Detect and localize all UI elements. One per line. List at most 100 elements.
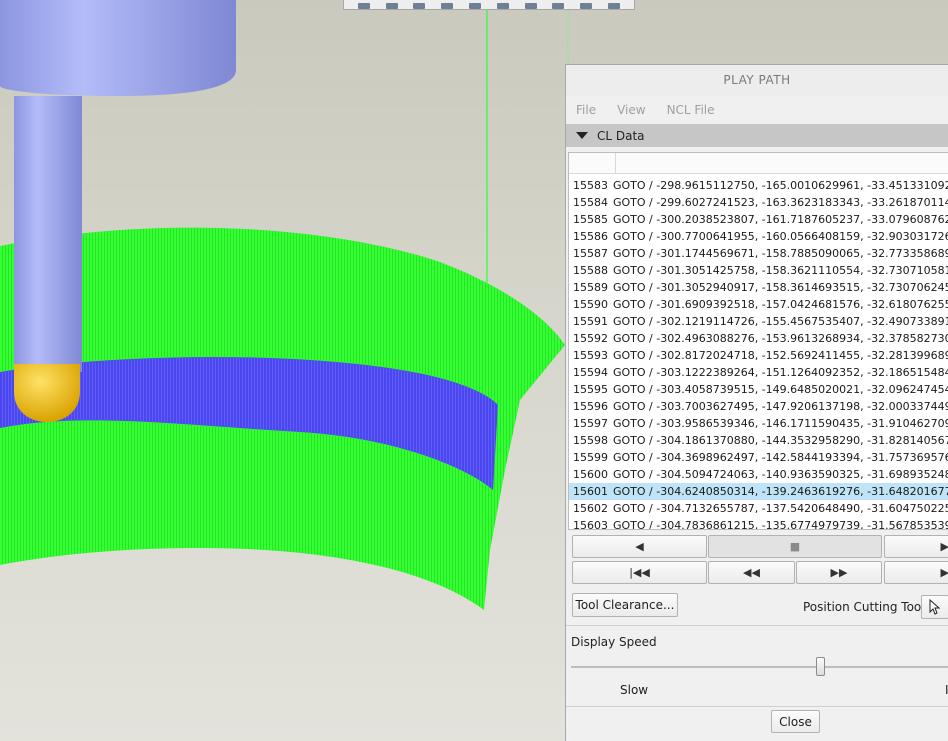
table-row[interactable]: 15598 GOTO / -304.1861370880, -144.353295…	[569, 432, 948, 449]
table-row[interactable]: 15590 GOTO / -301.6909392518, -157.042468…	[569, 296, 948, 313]
menu-view[interactable]: View	[617, 103, 645, 117]
row-command: GOTO / -304.7132655787, -137.5420648490,…	[613, 502, 948, 515]
menu-bar: File View NCL File	[566, 96, 948, 124]
table-row[interactable]: 15596 GOTO / -303.7003627495, -147.920613…	[569, 398, 948, 415]
table-row[interactable]: 15585 GOTO / -300.2038523807, -161.718760…	[569, 211, 948, 228]
table-row[interactable]: 15586 GOTO / -300.7700641955, -160.056640…	[569, 228, 948, 245]
slow-label: Slow	[620, 683, 649, 697]
row-command: GOTO / -304.6240850314, -139.2463619276,…	[613, 485, 948, 498]
row-number: 15596	[573, 400, 608, 413]
row-command: GOTO / -301.3051425758, -158.3621110554,…	[613, 264, 948, 277]
speed-slider-track[interactable]	[571, 666, 948, 668]
row-command: GOTO / -304.3698962497, -142.5844193394,…	[613, 451, 948, 464]
rewind-icon: ◀◀	[743, 566, 760, 579]
table-row[interactable]: 15591 GOTO / -302.1219114726, -155.456753…	[569, 313, 948, 330]
tool-holder	[0, 0, 236, 96]
row-number: 15595	[573, 383, 608, 396]
shade-icon[interactable]	[524, 3, 537, 9]
collapse-triangle-icon[interactable]	[576, 132, 588, 139]
list-header	[569, 153, 948, 174]
row-number: 15603	[573, 519, 608, 530]
layer-icon[interactable]	[496, 3, 509, 9]
row-number: 15586	[573, 230, 608, 243]
cl-data-list[interactable]: 15583 GOTO / -298.9615112750, -165.001062…	[568, 152, 948, 530]
skip-to-end-button[interactable]: ▶	[884, 561, 948, 584]
row-command: GOTO / -298.9615112750, -165.0010629961,…	[613, 179, 948, 192]
stop-button[interactable]: ■	[708, 535, 882, 558]
table-row[interactable]: 15597 GOTO / -303.9586539346, -146.171159…	[569, 415, 948, 432]
row-number: 15585	[573, 213, 608, 226]
menu-file[interactable]: File	[576, 103, 596, 117]
row-command: GOTO / -303.9586539346, -146.1711590435,…	[613, 417, 948, 430]
row-number: 15584	[573, 196, 608, 209]
skip-to-start-icon: |◀◀	[629, 566, 650, 579]
row-command: GOTO / -303.1222389264, -151.1264092352,…	[613, 366, 948, 379]
rotate-icon[interactable]	[413, 3, 426, 9]
table-row[interactable]: 15599 GOTO / -304.3698962497, -142.584419…	[569, 449, 948, 466]
row-command: GOTO / -300.7700641955, -160.0566408159,…	[613, 230, 948, 243]
table-row[interactable]: 15592 GOTO / -302.4963088276, -153.961326…	[569, 330, 948, 347]
row-number: 15597	[573, 417, 608, 430]
cl-data-section-header[interactable]: CL Data	[566, 124, 948, 147]
dialog-title: PLAY PATH	[566, 65, 948, 96]
row-number: 15598	[573, 434, 608, 447]
table-row[interactable]: 15602 GOTO / -304.7132655787, -137.542064…	[569, 500, 948, 517]
row-command: GOTO / -304.7836861215, -135.6774979739,…	[613, 519, 948, 530]
pan-icon[interactable]	[385, 3, 398, 9]
row-number: 15589	[573, 281, 608, 294]
play-path-dialog: PLAY PATH File View NCL File CL Data 155…	[565, 64, 948, 741]
play-reverse-button[interactable]: ◀	[572, 535, 707, 558]
settings-icon[interactable]	[608, 3, 621, 9]
table-row[interactable]: 15593 GOTO / -302.8172024718, -152.569241…	[569, 347, 948, 364]
square-stop-icon: ■	[789, 540, 801, 553]
row-command: GOTO / -302.4963088276, -153.9613268934,…	[613, 332, 948, 345]
menu-ncl-file[interactable]: NCL File	[667, 103, 715, 117]
divider	[566, 706, 948, 707]
rewind-to-start-button[interactable]: |◀◀	[572, 561, 707, 584]
row-command: GOTO / -303.4058739515, -149.6485020021,…	[613, 383, 948, 396]
view-toolbar[interactable]	[343, 0, 635, 10]
row-number: 15590	[573, 298, 608, 311]
play-forward-button[interactable]: ▶	[884, 535, 948, 558]
row-number: 15599	[573, 451, 608, 464]
table-row[interactable]: 15587 GOTO / -301.1744569671, -158.788509…	[569, 245, 948, 262]
row-command: GOTO / -299.6027241523, -163.3623183343,…	[613, 196, 948, 209]
measure-icon[interactable]	[552, 3, 565, 9]
step-back-button[interactable]: ◀◀	[708, 561, 795, 584]
camera-icon[interactable]	[580, 3, 593, 9]
triangle-left-icon: ◀	[635, 540, 644, 553]
row-command: GOTO / -301.1744569671, -158.7885090065,…	[613, 247, 948, 260]
display-speed-label: Display Speed	[571, 635, 657, 649]
row-command: GOTO / -303.7003627495, -147.9206137198,…	[613, 400, 948, 413]
row-command: GOTO / -304.1861370880, -144.3532958290,…	[613, 434, 948, 447]
fit-icon[interactable]	[441, 3, 454, 9]
table-row[interactable]: 15601 GOTO / -304.6240850314, -139.246361…	[569, 483, 948, 500]
row-number: 15601	[573, 485, 608, 498]
close-button[interactable]: Close	[771, 710, 820, 733]
table-row[interactable]: 15588 GOTO / -301.3051425758, -158.362111…	[569, 262, 948, 279]
divider	[566, 625, 948, 626]
view-icon[interactable]	[469, 3, 482, 9]
position-cutting-tool-button[interactable]	[921, 595, 948, 619]
table-row[interactable]: 15583 GOTO / -298.9615112750, -165.001062…	[569, 177, 948, 194]
table-row[interactable]: 15594 GOTO / -303.1222389264, -151.126409…	[569, 364, 948, 381]
arrow-cursor-icon	[929, 599, 941, 615]
table-row[interactable]: 15595 GOTO / -303.4058739515, -149.648502…	[569, 381, 948, 398]
step-forward-button[interactable]: ▶▶	[796, 561, 882, 584]
row-number: 15583	[573, 179, 608, 192]
section-title: CL Data	[597, 128, 645, 143]
list-rows: 15583 GOTO / -298.9615112750, -165.001062…	[569, 174, 948, 530]
table-row[interactable]: 15603 GOTO / -304.7836861215, -135.677497…	[569, 517, 948, 530]
zoom-icon[interactable]	[357, 3, 370, 9]
row-number: 15594	[573, 366, 608, 379]
row-number: 15602	[573, 502, 608, 515]
table-row[interactable]: 15589 GOTO / -301.3052940917, -158.361469…	[569, 279, 948, 296]
table-row[interactable]: 15584 GOTO / -299.6027241523, -163.362318…	[569, 194, 948, 211]
tool-clearance-button[interactable]: Tool Clearance...	[572, 593, 678, 617]
fast-forward-icon: ▶▶	[830, 566, 848, 579]
tool-clearance-label: Tool Clearance...	[575, 598, 675, 612]
table-row[interactable]: 15600 GOTO / -304.5094724063, -140.936359…	[569, 466, 948, 483]
row-command: GOTO / -300.2038523807, -161.7187605237,…	[613, 213, 948, 226]
speed-slider-thumb[interactable]	[815, 657, 825, 676]
row-command: GOTO / -302.8172024718, -152.5692411455,…	[613, 349, 948, 362]
